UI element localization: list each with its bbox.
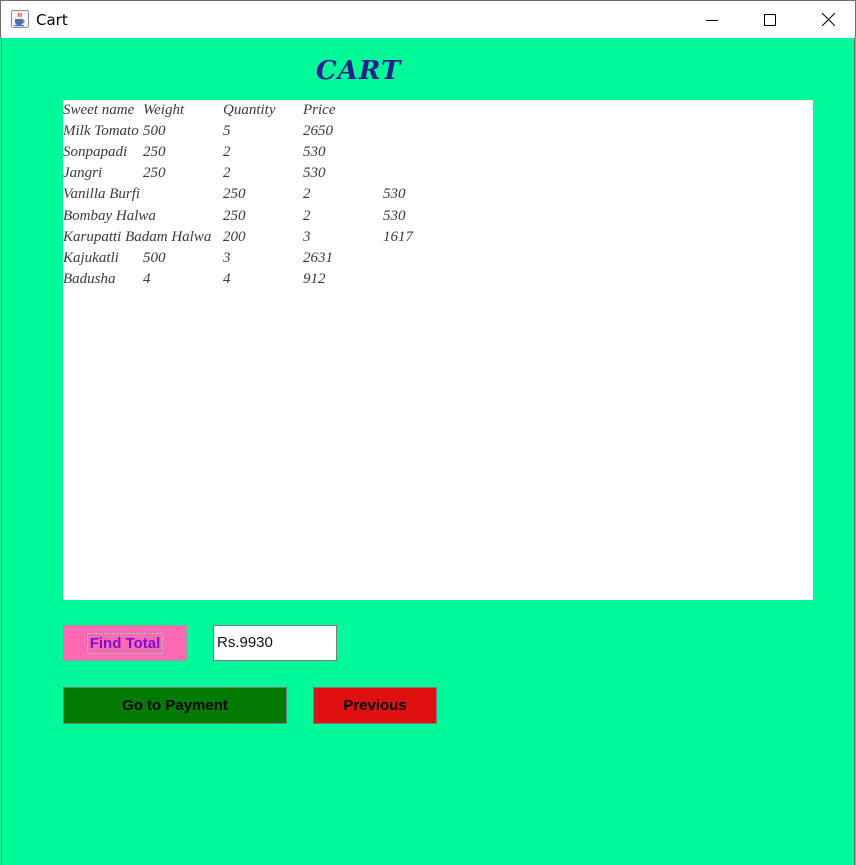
cart-text-area[interactable]: Sweet name Weight Quantity Price Milk To… [63, 100, 813, 600]
cart-row: Badusha 4 4 912 [63, 269, 326, 290]
cart-cell: 2 [303, 186, 311, 202]
maximize-icon[interactable] [741, 1, 799, 38]
close-icon[interactable] [799, 1, 856, 38]
cart-header-row: Sweet name Weight Quantity Price [63, 100, 335, 121]
cart-cell: Jangri [63, 165, 103, 181]
minimize-icon[interactable] [683, 1, 741, 38]
cart-cell: 1617 [383, 229, 413, 245]
cart-cell: 530 [303, 165, 326, 181]
cart-row: Bombay Halwa 250 2 530 [63, 206, 406, 227]
previous-button[interactable]: Previous [313, 687, 437, 724]
go-to-payment-button[interactable]: Go to Payment [63, 687, 287, 724]
cart-cell: 250 [223, 186, 246, 202]
find-total-button[interactable]: Find Total [63, 625, 187, 661]
cart-cell: Karupatti Badam Halwa [63, 229, 212, 245]
cart-cell: 5 [223, 123, 231, 139]
page-title: CART [316, 56, 402, 86]
cart-cell: Badusha [63, 271, 116, 287]
total-field[interactable]: Rs.9930 [213, 625, 337, 661]
cart-row: Sonpapadi 250 2 530 [63, 142, 326, 163]
cart-row: Kajukatli 500 3 2631 [63, 248, 333, 269]
cart-cell: Kajukatli [63, 250, 119, 266]
cart-cell: 2 [303, 208, 311, 224]
cart-cell: 250 [223, 208, 246, 224]
cart-cell: 250 [143, 144, 166, 160]
cart-row: Karupatti Badam Halwa 200 3 1617 [63, 227, 413, 248]
cart-cell: 2631 [303, 250, 333, 266]
cart-cell: 530 [383, 186, 406, 202]
cart-cell: Bombay Halwa [63, 208, 156, 224]
cart-cell: Vanilla Burfi [63, 186, 141, 202]
cart-cell: 530 [383, 208, 406, 224]
cart-cell: 3 [303, 229, 311, 245]
cart-cell: 500 [143, 250, 166, 266]
cart-cell: 200 [223, 229, 246, 245]
cart-cell: 250 [143, 165, 166, 181]
title-bar: Cart [0, 0, 856, 38]
cart-cell: 500 [143, 123, 166, 139]
cart-row: Vanilla Burfi 250 2 530 [63, 184, 406, 205]
window-title: Cart [36, 11, 68, 29]
cart-cell: 4 [223, 271, 231, 287]
cart-row: Milk Tomato 500 5 2650 [63, 121, 333, 142]
cart-cell: 530 [303, 144, 326, 160]
cart-cell: 2650 [303, 123, 333, 139]
cart-cell: 912 [303, 271, 326, 287]
header-quantity: Quantity [223, 102, 276, 118]
find-total-label: Find Total [86, 632, 164, 654]
header-sweet-name: Sweet name [63, 102, 135, 118]
cart-cell: Milk Tomato [63, 123, 139, 139]
cart-cell: 3 [223, 250, 231, 266]
cart-cell: 4 [143, 271, 151, 287]
cart-cell: 2 [223, 165, 231, 181]
header-price: Price [303, 102, 336, 118]
cart-cell: Sonpapadi [63, 144, 128, 160]
cart-cell: 2 [223, 144, 231, 160]
java-cup-icon [11, 10, 29, 28]
header-weight: Weight [143, 102, 185, 118]
cart-row: Jangri 250 2 530 [63, 163, 326, 184]
